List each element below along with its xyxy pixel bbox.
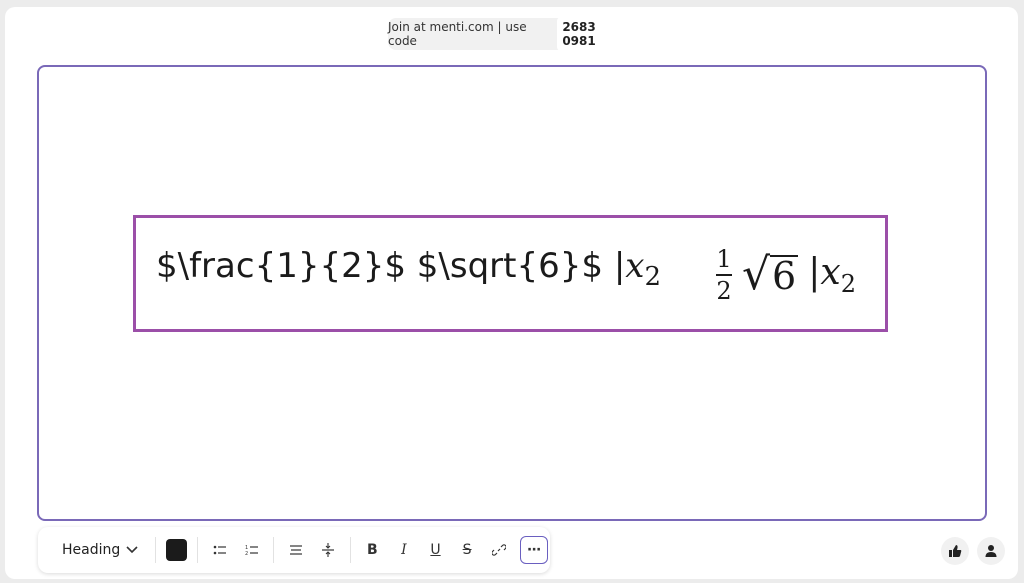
person-icon <box>985 545 997 557</box>
participants-button[interactable] <box>977 537 1005 565</box>
toolbar-divider <box>273 537 275 563</box>
thumbs-up-icon <box>949 545 962 557</box>
text-format-toolbar: Heading 12 B I U S ⋯ <box>38 527 550 573</box>
bullet-list-icon <box>213 545 227 555</box>
subscripted-variable: |x2 <box>808 252 856 298</box>
italic-button[interactable]: I <box>390 536 418 564</box>
fraction-denominator: 2 <box>716 277 732 305</box>
strikethrough-button[interactable]: S <box>453 536 481 564</box>
line-spacing-icon <box>321 543 334 557</box>
align-icon <box>290 545 303 555</box>
bold-button[interactable]: B <box>359 536 387 564</box>
square-root: √ 6 <box>742 249 799 300</box>
fraction-bar <box>716 274 732 276</box>
more-options-button[interactable]: ⋯ <box>520 536 549 564</box>
toolbar-divider <box>197 537 199 563</box>
numbered-list-icon: 12 <box>245 545 258 556</box>
subscript: 2 <box>840 270 856 299</box>
join-instructions: Join at menti.com | use code <box>388 20 527 48</box>
fraction: 1 2 <box>716 247 732 303</box>
text-style-dropdown[interactable]: Heading <box>62 542 149 558</box>
toolbar-divider <box>154 537 156 563</box>
bullet-list-button[interactable] <box>206 536 234 564</box>
link-button[interactable] <box>485 536 513 564</box>
join-banner: Join at menti.com | use code 2683 0981 <box>388 17 635 51</box>
reactions-button[interactable] <box>941 537 969 565</box>
line-spacing-button[interactable] <box>314 536 342 564</box>
rendered-math: 1 2 √ 6 |x2 <box>716 240 856 310</box>
align-button[interactable] <box>282 536 310 564</box>
raw-latex-source: $\frac{1}{2}$ $\sqrt{6}$ | <box>156 246 626 286</box>
text-color-swatch[interactable] <box>165 539 188 561</box>
heading-text-box[interactable]: $\frac{1}{2}$ $\sqrt{6}$ |x2 1 2 √ 6 |x2 <box>133 215 888 332</box>
numbered-list-button[interactable]: 12 <box>238 536 266 564</box>
svg-text:2: 2 <box>245 551 248 556</box>
fraction-numerator: 1 <box>716 245 732 273</box>
link-icon <box>491 544 506 556</box>
chevron-down-icon <box>126 542 138 558</box>
raw-variable: x <box>625 246 645 286</box>
raw-latex-text[interactable]: $\frac{1}{2}$ $\sqrt{6}$ |x2 <box>156 246 661 292</box>
underline-button[interactable]: U <box>422 536 450 564</box>
toolbar-divider <box>349 537 351 563</box>
text-style-label: Heading <box>62 542 121 558</box>
radicand: 6 <box>770 254 799 299</box>
join-code: 2683 0981 <box>557 17 635 51</box>
raw-subscript: 2 <box>644 262 662 292</box>
vertical-bar: | <box>808 251 821 293</box>
variable: x <box>820 251 841 293</box>
radical-sign: √ <box>742 249 771 300</box>
